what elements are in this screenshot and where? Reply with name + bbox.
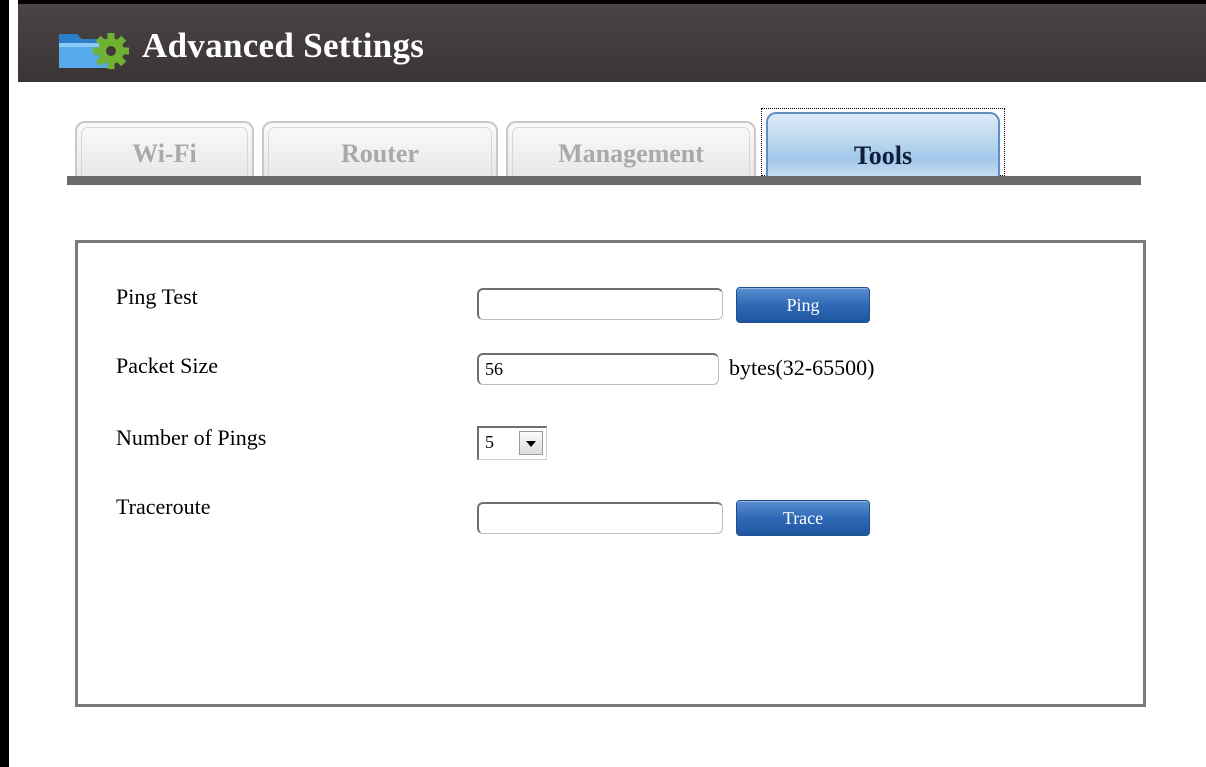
app-frame: Advanced Settings Wi-Fi Router Managemen… bbox=[0, 0, 1206, 767]
ping-test-input[interactable] bbox=[477, 288, 723, 320]
dropdown-button[interactable] bbox=[519, 431, 543, 455]
tab-label: Tools bbox=[853, 141, 913, 170]
ping-test-label: Ping Test bbox=[116, 284, 198, 309]
packet-size-input[interactable] bbox=[477, 353, 719, 385]
tab-router[interactable]: Router bbox=[262, 121, 498, 178]
title-bar: Advanced Settings bbox=[18, 0, 1206, 82]
packet-size-label: Packet Size bbox=[116, 353, 219, 378]
folder-gear-icon bbox=[59, 33, 129, 69]
number-of-pings-select[interactable]: 5 bbox=[477, 426, 547, 460]
page-title: Advanced Settings bbox=[142, 26, 425, 65]
traceroute-input[interactable] bbox=[477, 502, 723, 534]
tab-underline bbox=[67, 176, 1141, 185]
trace-button[interactable]: Trace bbox=[736, 500, 870, 536]
chevron-down-icon bbox=[526, 441, 536, 447]
tab-label: Management bbox=[558, 139, 704, 168]
tab-management[interactable]: Management bbox=[506, 121, 756, 178]
tab-label: Router bbox=[341, 139, 419, 168]
traceroute-label: Traceroute bbox=[116, 494, 211, 519]
number-of-pings-label: Number of Pings bbox=[116, 425, 267, 450]
tab-label: Wi-Fi bbox=[132, 139, 197, 168]
ping-button[interactable]: Ping bbox=[736, 287, 870, 323]
select-value: 5 bbox=[485, 432, 494, 452]
tab-tools[interactable]: Tools bbox=[766, 112, 1000, 178]
packet-size-unit: bytes(32-65500) bbox=[729, 355, 875, 380]
tab-wifi[interactable]: Wi-Fi bbox=[75, 121, 254, 178]
